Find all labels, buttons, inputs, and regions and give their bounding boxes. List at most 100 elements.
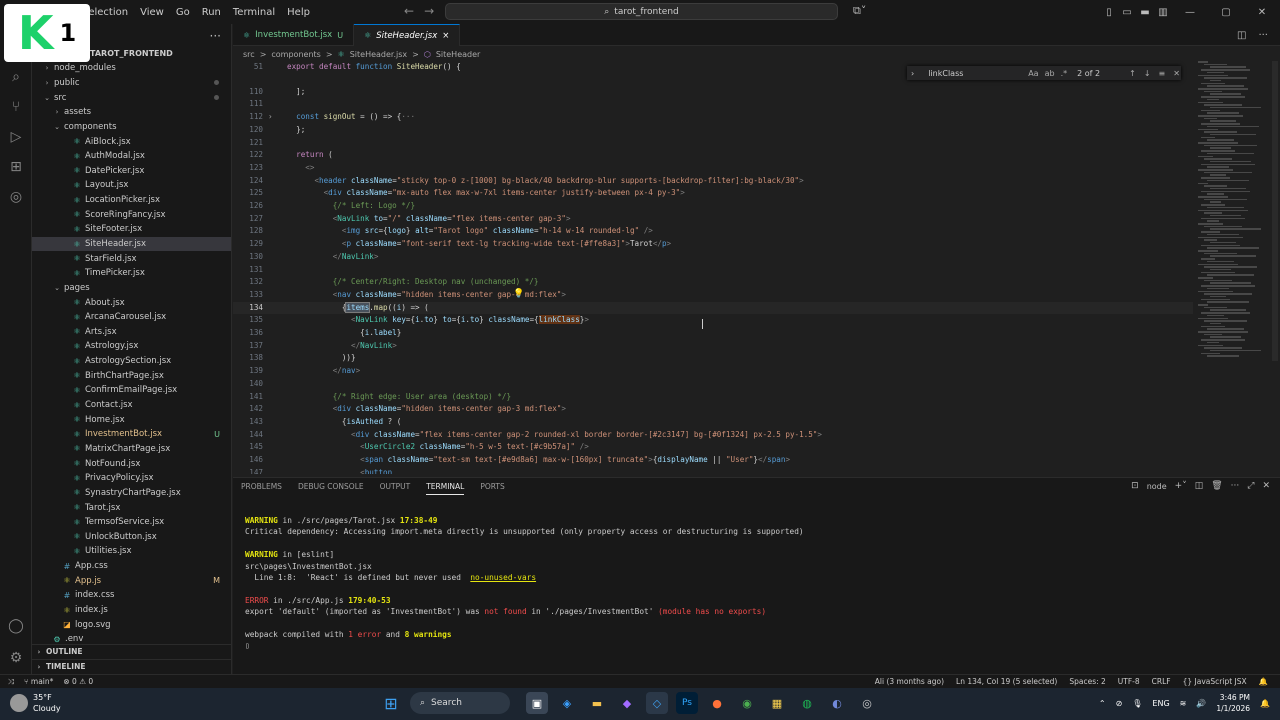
copilot-icon[interactable]: ⧉˅ (853, 4, 866, 18)
code-line[interactable]: 147 <button (233, 467, 1193, 474)
clock[interactable]: 3:46 PM 1/1/2026 (1216, 692, 1250, 714)
tree-file[interactable]: # App.css (32, 559, 231, 574)
eol[interactable]: CRLF (1152, 677, 1171, 686)
tree-folder[interactable]: ⌄ components (32, 120, 231, 135)
run-debug-icon[interactable]: ▷ (0, 122, 32, 152)
tree-file[interactable]: ⚛ ArcanaCarousel.jsx (32, 310, 231, 325)
cursor-position[interactable]: Ln 134, Col 19 (5 selected) (956, 677, 1057, 686)
tree-file[interactable]: ⚛ Home.jsx (32, 412, 231, 427)
tab-ports[interactable]: PORTS (480, 482, 504, 495)
code-line[interactable]: 130 </NavLink> (233, 251, 1193, 264)
tree-file[interactable]: # index.css (32, 588, 231, 603)
code-line[interactable]: 135 <NavLink key={i.to} to={i.to} classN… (233, 314, 1193, 327)
search-icon[interactable]: ⌕ (0, 62, 32, 92)
code-line[interactable]: 129 <p className="font-serif text-lg tra… (233, 238, 1193, 251)
spotify-icon[interactable]: ◍ (796, 692, 818, 714)
tree-file[interactable]: ⚛ PrivacyPolicy.jsx (32, 471, 231, 486)
tree-file[interactable]: ⚛ Astrology.jsx (32, 339, 231, 354)
taskbar-search[interactable]: ⌕ Search (410, 692, 510, 714)
tree-file[interactable]: ⚛ SiteHeader.jsx (32, 236, 231, 252)
code-line[interactable]: 123 <> (233, 162, 1193, 175)
layout-editor-icon[interactable]: ▭ (1118, 7, 1136, 18)
tab-investmentbot[interactable]: ⚛ InvestmentBot.jsx U (233, 24, 355, 46)
remote-icon[interactable]: ◎ (0, 182, 32, 212)
find-in-selection-icon[interactable]: ≡ (1159, 69, 1166, 78)
code-line[interactable]: 128 <img src={logo} alt="Tarot logo" cla… (233, 225, 1193, 238)
extensions-icon[interactable]: ⊞ (0, 152, 32, 182)
tab-terminal[interactable]: TERMINAL (426, 482, 465, 495)
code-line[interactable]: 122 return ( (233, 149, 1193, 162)
code-line[interactable]: 112 const signOut = () => {··· › (233, 111, 1193, 124)
tab-problems[interactable]: PROBLEMS (241, 482, 282, 495)
tree-file[interactable]: ⚛ About.jsx (32, 295, 231, 310)
branch-indicator[interactable]: ⑂ main* (24, 677, 53, 687)
tree-folder[interactable]: › public (32, 76, 231, 91)
tree-folder[interactable]: › node_modules (32, 61, 231, 76)
tree-file[interactable]: ⚛ TermsofService.jsx (32, 515, 231, 530)
code-line[interactable]: 111 (233, 98, 1193, 111)
code-line[interactable]: 134 {items.map((i) => ( (233, 301, 1193, 315)
editor-scrollbar[interactable] (1272, 61, 1278, 361)
menu-terminal[interactable]: Terminal (227, 7, 281, 18)
tree-file[interactable]: ⚛ Utilities.jsx (32, 544, 231, 559)
windows-start-icon[interactable]: ⊞ (380, 692, 402, 714)
volume-icon[interactable]: 🔊 (1196, 699, 1206, 708)
tray-chevron-icon[interactable]: ⌃ (1099, 699, 1106, 708)
shell-name[interactable]: node (1147, 482, 1167, 491)
language-mode[interactable]: {} JavaScript JSX (1183, 677, 1247, 686)
tree-file[interactable]: ⚛ NotFound.jsx (32, 456, 231, 471)
code-line[interactable]: 140 (233, 378, 1193, 391)
more-icon[interactable]: ··· (1231, 481, 1240, 491)
fold-chevron-icon[interactable]: › (268, 111, 273, 124)
lightbulb-icon[interactable]: 💡 (513, 289, 524, 299)
code-line[interactable]: 141 {/* Right edge: User area (desktop) … (233, 391, 1193, 404)
bell-icon[interactable]: 🔔 (1259, 677, 1268, 686)
network-off-icon[interactable]: ⊘ (1116, 699, 1123, 708)
code-editor[interactable]: 51 export default function SiteHeader() {… (233, 61, 1280, 474)
layout-panel-icon[interactable]: ▬ (1136, 7, 1154, 18)
toggle-replace-icon[interactable]: › (911, 69, 914, 78)
chrome-icon[interactable]: ◉ (736, 692, 758, 714)
code-line[interactable]: 131 (233, 264, 1193, 277)
timeline-section[interactable]: › TIMELINE (32, 659, 231, 673)
code-line[interactable]: 121 (233, 137, 1193, 150)
file-explorer-icon[interactable]: ▬ (586, 692, 608, 714)
tree-folder[interactable]: › assets (32, 105, 231, 120)
find-input[interactable]: linkClass (928, 69, 1028, 78)
code-line[interactable]: 142 <div className="hidden items-center … (233, 403, 1193, 416)
menu-go[interactable]: Go (170, 7, 196, 18)
notification-icon[interactable]: 🔔 (1260, 699, 1270, 708)
tree-file[interactable]: ⚛ index.js (32, 603, 231, 618)
trash-icon[interactable]: 🗑 (1211, 481, 1222, 491)
tree-file[interactable]: ⚛ Contact.jsx (32, 398, 231, 413)
menu-run[interactable]: Run (196, 7, 227, 18)
tree-file[interactable]: ⚛ SynastryChartPage.jsx (32, 486, 231, 501)
tree-folder[interactable]: ⌄ pages (32, 281, 231, 296)
code-line[interactable]: 144 <div className="flex items-center ga… (233, 429, 1193, 442)
code-line[interactable]: 136 {i.label} (233, 327, 1193, 340)
photoshop-icon[interactable]: Ps (676, 692, 698, 714)
breadcrumb-components[interactable]: components (271, 50, 320, 59)
copilot-app-icon[interactable]: ◈ (556, 692, 578, 714)
tab-siteheader[interactable]: ⚛ SiteHeader.jsx × (354, 24, 461, 46)
next-match-icon[interactable]: ↓ (1144, 69, 1151, 78)
layout-sidebar-icon[interactable]: ▯ (1100, 7, 1118, 18)
code-line[interactable]: 146 <span className="text-sm text-[#e9d8… (233, 454, 1193, 467)
code-line[interactable]: 132 {/* Center/Right: Desktop nav (uncha… (233, 276, 1193, 289)
tree-file[interactable]: ⚛ StarField.jsx (32, 251, 231, 266)
new-terminal-icon[interactable]: +˅ (1175, 481, 1187, 491)
tree-file[interactable]: ⚛ Tarot.jsx (32, 500, 231, 515)
breadcrumb-src[interactable]: src (243, 50, 255, 59)
code-line[interactable]: 120 }; (233, 124, 1193, 137)
remote-icon[interactable]: ⤨ (8, 677, 14, 687)
code-line[interactable]: 127 <NavLink to="/" className="flex item… (233, 213, 1193, 226)
whole-word-icon[interactable]: ab (1045, 69, 1055, 78)
tree-file[interactable]: ⚛ TimePicker.jsx (32, 266, 231, 281)
tree-file[interactable]: ⚛ SiteFooter.jsx (32, 222, 231, 237)
split-editor-icon[interactable]: ◫ (1237, 30, 1246, 41)
weather-widget[interactable]: 35°F Cloudy (10, 692, 61, 714)
tree-file[interactable]: ⚛ Layout.jsx (32, 178, 231, 193)
previous-match-icon[interactable]: ↑ (1129, 69, 1136, 78)
close-icon[interactable]: ✕ (1244, 7, 1280, 18)
code-line[interactable]: 125 <div className="mx-auto flex max-w-7… (233, 187, 1193, 200)
